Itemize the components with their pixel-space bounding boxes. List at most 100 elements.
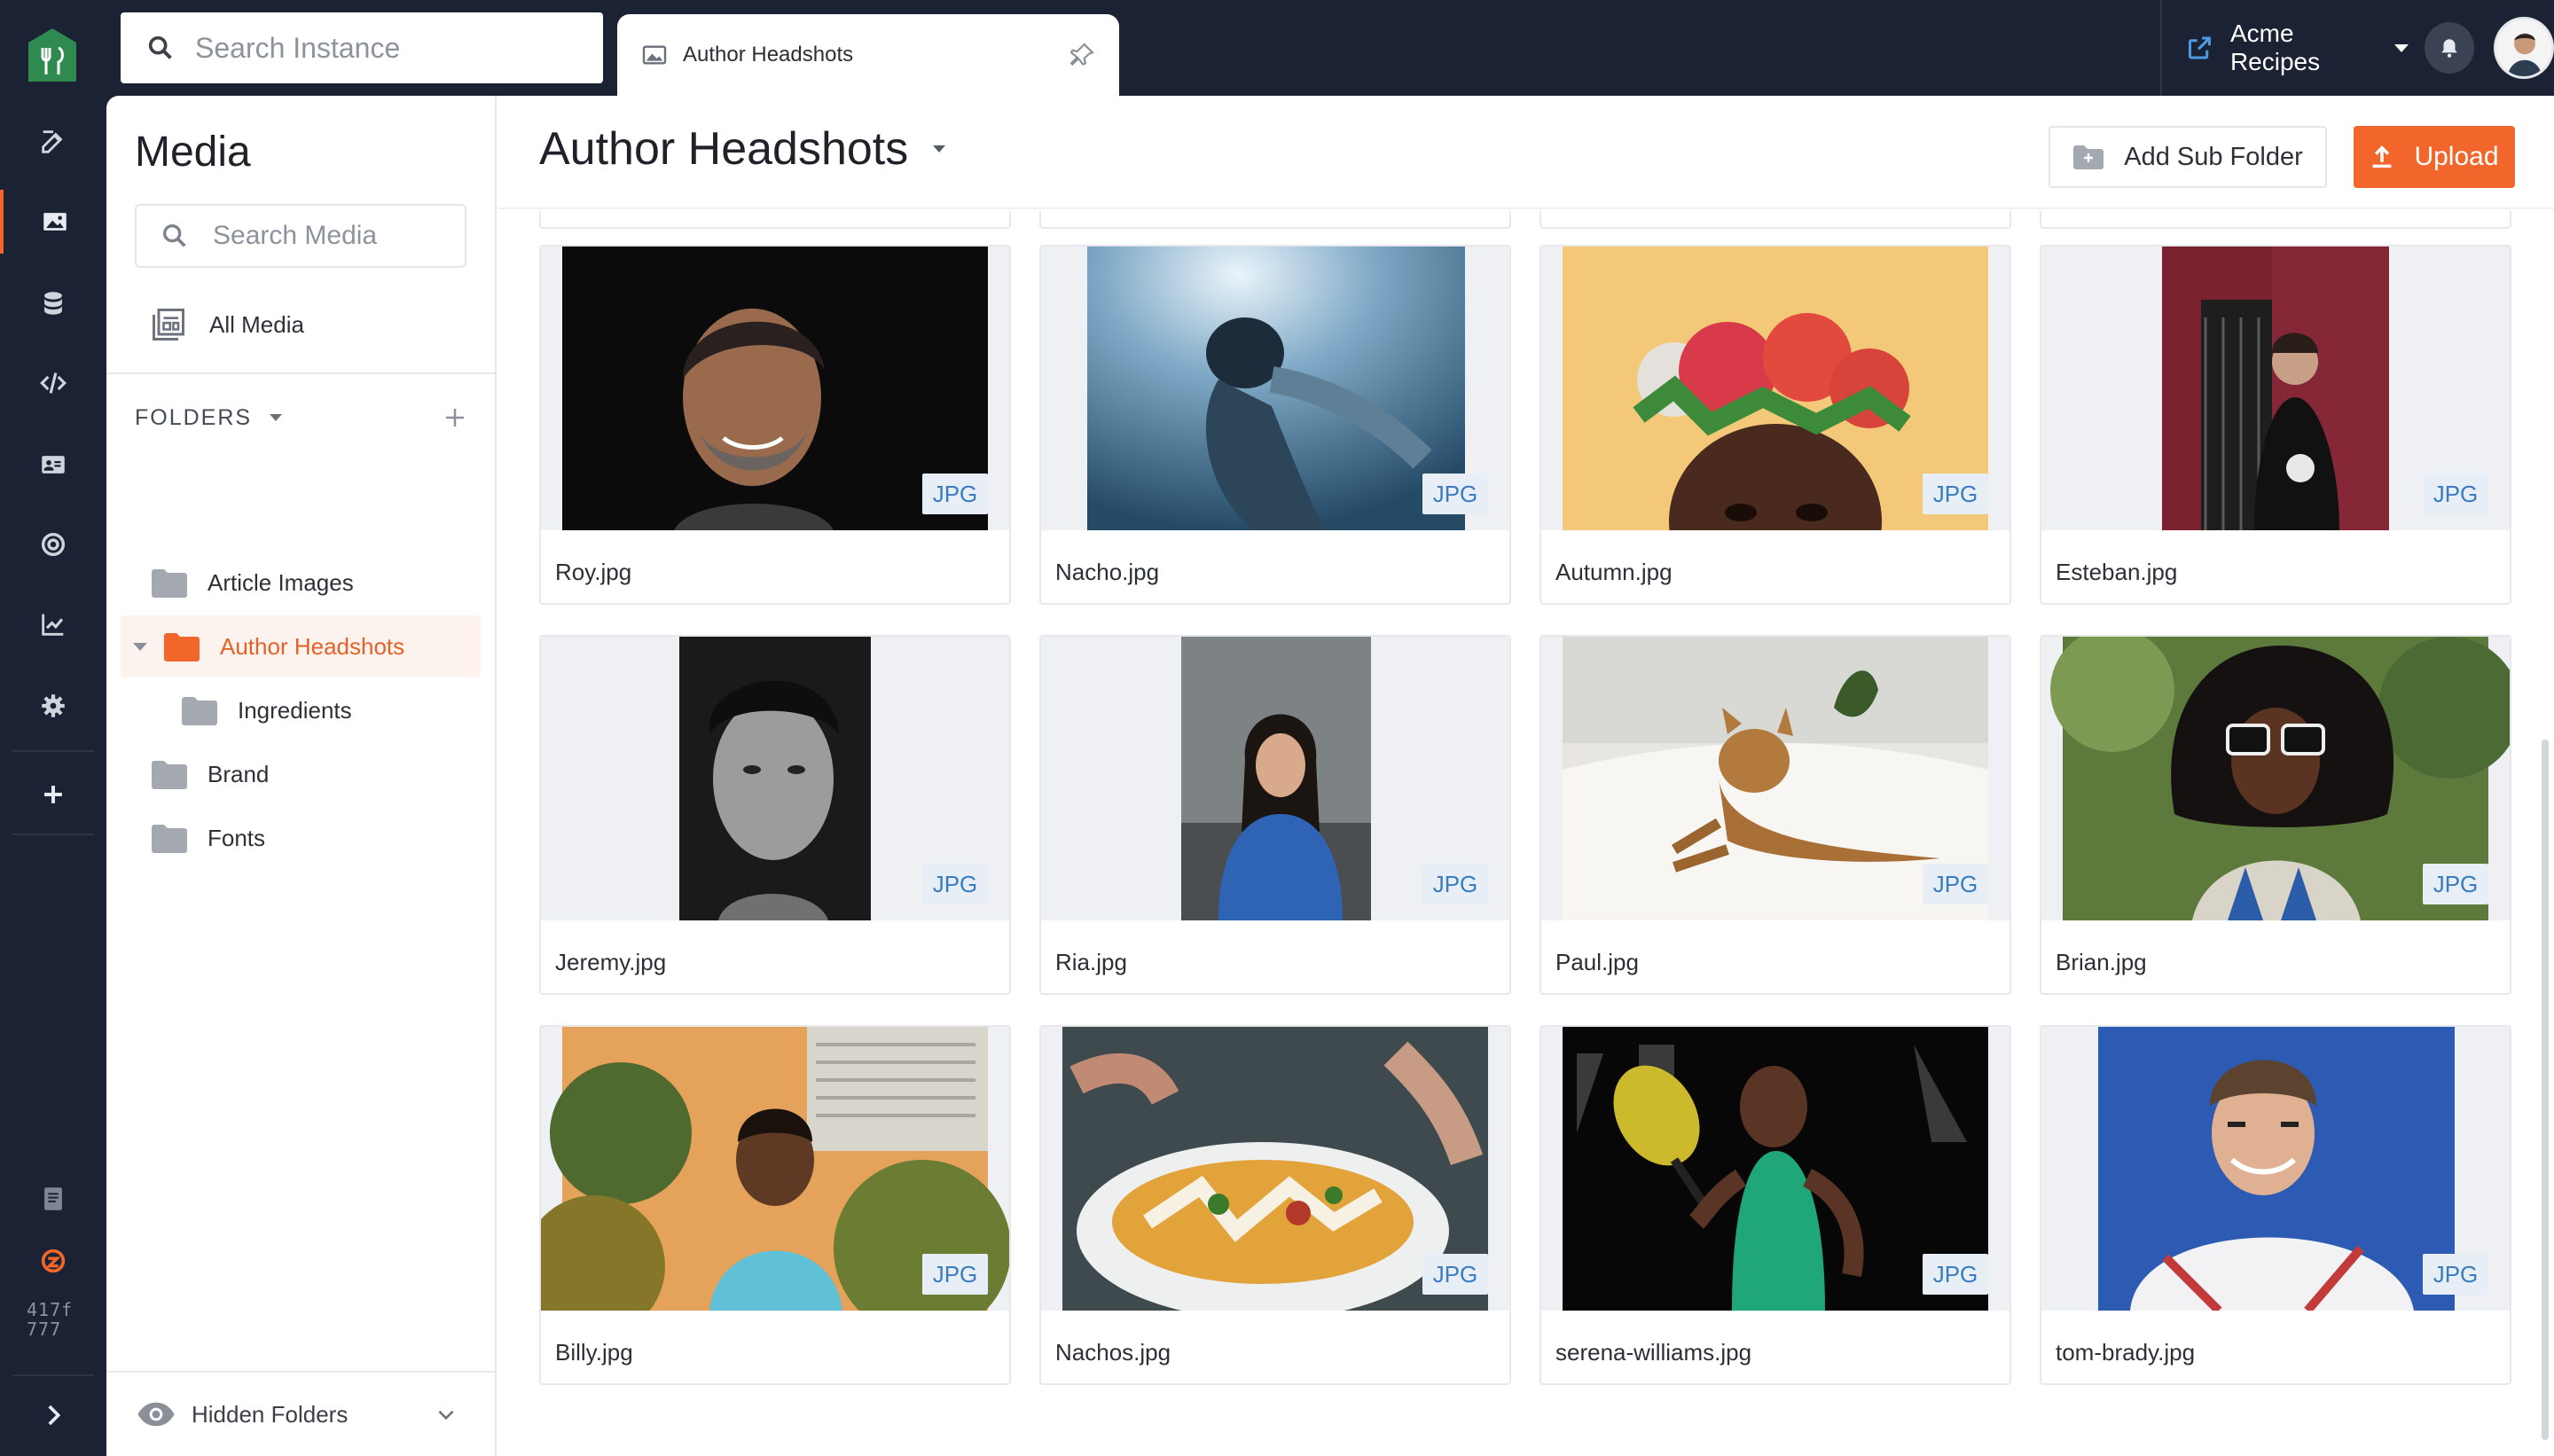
folder-item-author-headshots[interactable]: Author Headshots: [121, 615, 481, 677]
media-card-partial[interactable]: [539, 211, 1011, 229]
folder-item-fonts[interactable]: Fonts: [121, 807, 481, 869]
media-card[interactable]: JPG serena-williams.jpg: [1539, 1025, 2011, 1385]
rail-database-icon[interactable]: [0, 271, 106, 335]
media-card[interactable]: JPG Autumn.jpg: [1539, 245, 2011, 605]
folder-item-brand[interactable]: Brand: [121, 743, 481, 805]
folder-icon: [152, 761, 187, 789]
instance-switcher-area: Acme Recipes: [2160, 0, 2554, 96]
build-hash: 417f 777: [27, 1299, 74, 1340]
rail-plus-icon[interactable]: [0, 763, 106, 826]
rail-zesty-logo-icon[interactable]: [0, 1229, 106, 1293]
folder-icon: [164, 633, 200, 661]
user-avatar[interactable]: [2494, 17, 2554, 79]
rail-target-icon[interactable]: [0, 513, 106, 576]
folder-label: Ingredients: [238, 696, 352, 724]
folder-icon: [182, 697, 217, 725]
file-type-badge: JPG: [1422, 864, 1488, 904]
app-logo-icon[interactable]: [27, 27, 78, 83]
file-type-badge: JPG: [1923, 864, 1988, 904]
file-type-badge: JPG: [1422, 1254, 1488, 1295]
sidebar-divider: [106, 372, 497, 374]
pin-icon[interactable]: [1068, 41, 1096, 69]
search-media-input[interactable]: [213, 221, 461, 251]
media-card[interactable]: JPG tom-brady.jpg: [2040, 1025, 2511, 1385]
media-card-partial[interactable]: [1039, 211, 1511, 229]
tab-author-headshots[interactable]: Author Headshots: [617, 14, 1119, 96]
folder-label: Brand: [208, 760, 270, 787]
file-name: Nacho.jpg: [1055, 559, 1160, 585]
media-card[interactable]: JPG Jeremy.jpg: [539, 635, 1011, 995]
search-icon: [162, 223, 186, 247]
rail-settings-icon[interactable]: [0, 674, 106, 738]
media-card[interactable]: JPG Ria.jpg: [1039, 635, 1511, 995]
media-card-partial[interactable]: [1539, 211, 2011, 229]
search-instance-input[interactable]: [195, 31, 585, 65]
media-card[interactable]: JPG Nachos.jpg: [1039, 1025, 1511, 1385]
file-name: Paul.jpg: [1555, 949, 1639, 975]
file-type-badge: JPG: [922, 474, 988, 514]
media-card[interactable]: JPG Paul.jpg: [1539, 635, 2011, 995]
file-name: Nachos.jpg: [1055, 1339, 1171, 1366]
folders-header: FOLDERS: [135, 404, 468, 431]
folders-heading: FOLDERS: [135, 404, 253, 430]
file-type-badge: JPG: [1923, 474, 1988, 514]
instance-name-dropdown[interactable]: Acme Recipes: [2230, 20, 2386, 76]
file-type-badge: JPG: [922, 1254, 988, 1295]
rail-contact-card-icon[interactable]: [0, 433, 106, 497]
rail-code-icon[interactable]: [0, 351, 106, 415]
rail-docs-icon[interactable]: [0, 1167, 106, 1231]
media-card[interactable]: JPG Nacho.jpg: [1039, 245, 1511, 605]
sidebar-title: Media: [135, 129, 251, 176]
top-bar: Author Headshots Acme Recipes: [106, 0, 2554, 96]
file-name: Ria.jpg: [1055, 949, 1127, 975]
rail-expand-icon[interactable]: [0, 1374, 106, 1456]
folder-icon: [152, 825, 187, 853]
media-main: Author Headshots Add Sub Folder Upload J…: [498, 96, 2554, 1456]
rail-media-icon[interactable]: [0, 190, 106, 254]
search-icon: [148, 35, 172, 59]
file-type-badge: JPG: [1422, 474, 1488, 514]
media-card-partial[interactable]: [2040, 211, 2511, 229]
media-card[interactable]: JPG Roy.jpg: [539, 245, 1011, 605]
folder-icon: [152, 569, 187, 598]
tab-label: Author Headshots: [683, 43, 854, 67]
main-header: Author Headshots Add Sub Folder Upload: [498, 96, 2554, 209]
hidden-folders-label: Hidden Folders: [192, 1400, 349, 1428]
rail-analytics-icon[interactable]: [0, 592, 106, 656]
gallery-icon: [153, 309, 184, 341]
chevron-down-icon: [438, 1410, 454, 1421]
media-grid: JPG Roy.jpg JPG Nacho.jpg JPG Autumn.jpg…: [498, 211, 2554, 1456]
hidden-folders-toggle[interactable]: Hidden Folders: [106, 1371, 497, 1456]
eye-icon: [137, 1402, 175, 1427]
file-type-badge: JPG: [1923, 1254, 1988, 1295]
upload-icon: [2373, 145, 2392, 168]
file-type-badge: JPG: [2423, 864, 2488, 904]
notifications-bell-icon[interactable]: [2424, 22, 2474, 74]
rail-edit-icon[interactable]: [0, 110, 106, 174]
search-media-box[interactable]: [135, 204, 466, 268]
all-media-label: All Media: [209, 310, 304, 338]
vertical-scrollbar[interactable]: [2542, 229, 2549, 1456]
file-name: tom-brady.jpg: [2056, 1339, 2196, 1366]
media-card[interactable]: JPG Esteban.jpg: [2040, 245, 2511, 605]
media-card[interactable]: JPG Billy.jpg: [539, 1025, 1011, 1385]
folder-title-dropdown[interactable]: Author Headshots: [539, 122, 946, 176]
expand-caret-icon[interactable]: [133, 642, 147, 651]
all-media-link[interactable]: All Media: [149, 305, 304, 344]
folder-item-ingredients[interactable]: Ingredients: [121, 679, 481, 741]
scrollbar-thumb[interactable]: [2542, 740, 2549, 1440]
folder-plus-icon: [2073, 145, 2104, 169]
media-card[interactable]: JPG Brian.jpg: [2040, 635, 2511, 995]
add-folder-plus-icon[interactable]: [442, 404, 468, 431]
file-type-badge: JPG: [2423, 1254, 2488, 1295]
folder-item-article-images[interactable]: Article Images: [121, 552, 481, 614]
external-link-icon[interactable]: [2185, 33, 2214, 63]
search-instance-box[interactable]: [121, 12, 603, 83]
upload-button[interactable]: Upload: [2354, 126, 2515, 188]
left-rail: 417f 777: [0, 0, 106, 1456]
file-name: Billy.jpg: [555, 1339, 633, 1366]
page-title: Author Headshots: [539, 123, 909, 175]
add-sub-folder-button[interactable]: Add Sub Folder: [2049, 126, 2327, 188]
chevron-down-icon[interactable]: [270, 414, 283, 421]
file-name: Autumn.jpg: [1555, 559, 1673, 585]
